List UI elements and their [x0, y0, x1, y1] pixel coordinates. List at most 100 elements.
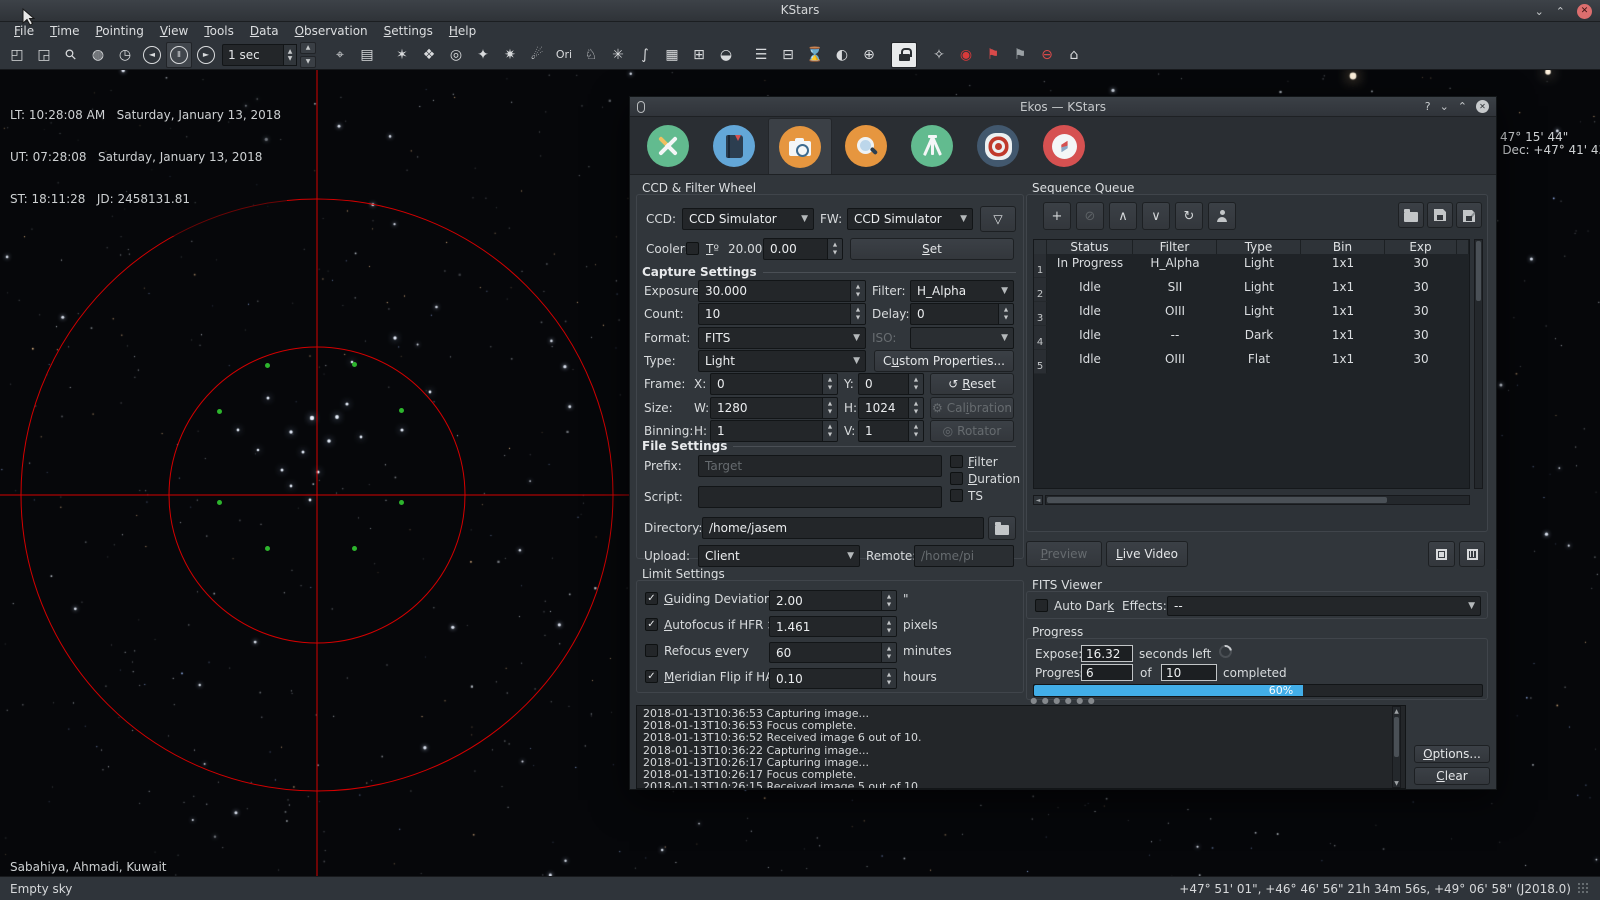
chevron-down-icon[interactable]: ▼	[955, 214, 972, 224]
time-info-box[interactable]: LT: 10:28:08 AM Saturday, January 13, 20…	[4, 78, 287, 236]
table-row[interactable]: 1In ProgressH_AlphaLight1x130	[1034, 254, 1469, 278]
chevron-down-icon[interactable]: ▼	[848, 356, 865, 366]
indi-control-panel-icon[interactable]: ⌛	[802, 42, 828, 68]
toggle-deep-sky-objects-icon[interactable]: ❖	[416, 42, 442, 68]
menu-time[interactable]: Time	[42, 23, 87, 39]
toggle-constellation-boundaries-icon[interactable]: ▦	[659, 42, 685, 68]
close-icon[interactable]: ✕	[1577, 4, 1592, 19]
ekos-window[interactable]: Ekos — KStars ? ⌄ ⌃ ✕ CCD & Filter Wheel…	[629, 96, 1497, 790]
queue-guide-button[interactable]	[1208, 202, 1236, 230]
ekos-titlebar[interactable]: Ekos — KStars ? ⌄ ⌃ ✕	[630, 97, 1496, 117]
prefix-input[interactable]: Target	[698, 455, 942, 477]
column-header-bin[interactable]: Bin	[1301, 240, 1385, 254]
reset-frame-button[interactable]: ↺Reset	[930, 373, 1014, 395]
limit-spinbox-3[interactable]: 0.10▲▼	[769, 668, 897, 689]
effects-select[interactable]: --▼	[1167, 596, 1481, 616]
save-sequence-button[interactable]	[1427, 202, 1453, 228]
temp-target-spinbox[interactable]: 0.00▲▼	[763, 238, 843, 260]
table-row[interactable]: 3IdleOIIILight1x130	[1034, 302, 1469, 326]
limit-spinbox-0[interactable]: 2.00▲▼	[769, 590, 897, 611]
browse-directory-button[interactable]	[988, 516, 1016, 540]
toggle-solar-system-icon[interactable]: ◎	[443, 42, 469, 68]
filter-select[interactable]: H_Alpha▼	[910, 280, 1014, 302]
size-w-spinbox[interactable]: 1280▲▼	[710, 397, 838, 419]
column-header-status[interactable]: Status	[1047, 240, 1133, 254]
menu-help[interactable]: Help	[441, 23, 484, 39]
type-select[interactable]: Light▼	[698, 350, 866, 372]
timestep-spin-buttons[interactable]: ▲▼	[284, 44, 297, 66]
ekos-minimize-icon[interactable]: ⌄	[1440, 100, 1449, 113]
exposure-spinbox[interactable]: 30.000▲▼	[698, 280, 866, 302]
toggle-constellation-lines-icon[interactable]: ✳	[605, 42, 631, 68]
sky-object-marker[interactable]	[217, 500, 222, 505]
timestep-widget[interactable]: 1 sec▲▼▲▼	[222, 42, 316, 68]
time-step-back-icon[interactable]: ◄	[139, 42, 165, 68]
spin-buttons[interactable]: ▲▼	[881, 643, 896, 662]
sequence-vscrollbar[interactable]	[1474, 239, 1483, 489]
spin-buttons[interactable]: ▲▼	[822, 421, 837, 441]
menu-settings[interactable]: Settings	[376, 23, 441, 39]
sequence-hscrollbar[interactable]	[1045, 495, 1470, 505]
menu-view[interactable]: View	[152, 23, 196, 39]
tab-capture[interactable]	[768, 118, 832, 174]
sky-object-marker[interactable]	[399, 500, 404, 505]
fov-download-icon[interactable]: ◲	[31, 42, 57, 68]
help-icon[interactable]: ?	[1425, 100, 1431, 113]
script-input[interactable]	[698, 486, 942, 508]
size-h-spinbox[interactable]: 1024▲▼	[858, 397, 924, 419]
sky-object-marker[interactable]	[352, 546, 357, 551]
chevron-down-icon[interactable]: ▼	[848, 333, 865, 343]
format-select[interactable]: FITS▼	[698, 327, 866, 349]
sky-object-marker[interactable]	[265, 363, 270, 368]
spin-buttons[interactable]: ▲▼	[822, 374, 837, 394]
clear-button[interactable]: Clear	[1414, 767, 1490, 785]
abort-icon[interactable]: ⊖	[1034, 42, 1060, 68]
lock-position-icon[interactable]	[891, 42, 917, 68]
spin-buttons[interactable]: ▲▼	[881, 669, 896, 688]
tab-align[interactable]	[1032, 118, 1096, 174]
minimize-icon[interactable]: ⌄	[1535, 4, 1544, 19]
ekos-close-icon[interactable]: ✕	[1476, 100, 1489, 113]
timestep-value[interactable]: 1 sec	[222, 44, 284, 66]
limit-checkbox-0[interactable]: ✓	[645, 592, 658, 605]
move-job-down-button[interactable]: ∨	[1142, 202, 1170, 230]
observatory-icon[interactable]: ⌂	[1061, 42, 1087, 68]
ekos-maximize-icon[interactable]: ⌃	[1458, 100, 1467, 113]
save-sequence-as-button[interactable]	[1456, 202, 1482, 228]
limit-checkbox-3[interactable]: ✓	[645, 670, 658, 683]
toggle-constellation-names-icon[interactable]: Ori	[551, 42, 577, 68]
track-object-icon[interactable]: ⌖	[327, 42, 353, 68]
spin-buttons[interactable]: ▲▼	[998, 304, 1013, 324]
frame-x-spinbox[interactable]: 0▲▼	[710, 373, 838, 395]
table-row[interactable]: 4Idle--Dark1x130	[1034, 326, 1469, 350]
log-vscrollbar[interactable]: ▲ ▼	[1392, 706, 1401, 788]
toggle-comets-icon[interactable]: ☄	[524, 42, 550, 68]
stop-button[interactable]	[1428, 541, 1455, 567]
observation-flag-gray-icon[interactable]: ⚑	[1007, 42, 1033, 68]
sky-object-marker[interactable]	[265, 546, 270, 551]
live-video-button[interactable]: Live Video	[1106, 541, 1188, 567]
scroll-up-icon[interactable]: ▲	[1393, 707, 1400, 715]
scroll-left-icon[interactable]: ◄	[1033, 495, 1043, 505]
toggle-supernovae-icon[interactable]: ✦	[470, 42, 496, 68]
limit-spinbox-1[interactable]: 1.461▲▼	[769, 616, 897, 637]
reset-jobs-button[interactable]: ↻	[1175, 202, 1203, 230]
toggle-stars-icon[interactable]: ✶	[389, 42, 415, 68]
limit-checkbox-2[interactable]	[645, 644, 658, 657]
delay-spinbox[interactable]: 0▲▼	[910, 303, 1014, 325]
spin-buttons[interactable]: ▲▼	[850, 304, 865, 324]
maximize-icon[interactable]: ⌃	[1556, 4, 1565, 19]
spin-buttons[interactable]: ▲▼	[881, 591, 896, 610]
chevron-down-icon[interactable]: ▼	[996, 286, 1013, 296]
set-temp-button[interactable]: Set	[850, 238, 1014, 260]
log-view[interactable]: 2018-01-13T10:36:53 Capturing image...20…	[636, 705, 1406, 789]
fov-capture-icon[interactable]: ◰	[4, 42, 30, 68]
spin-buttons[interactable]: ▲▼	[908, 421, 923, 441]
tab-mount[interactable]	[900, 118, 964, 174]
chevron-down-icon[interactable]: ▼	[842, 551, 859, 561]
capture-record-icon[interactable]: ◉	[953, 42, 979, 68]
cooler-checkbox[interactable]	[686, 242, 699, 255]
limit-checkbox-1[interactable]: ✓	[645, 618, 658, 631]
whats-interesting-icon[interactable]: ☰	[748, 42, 774, 68]
spin-buttons[interactable]: ▲▼	[908, 398, 923, 418]
